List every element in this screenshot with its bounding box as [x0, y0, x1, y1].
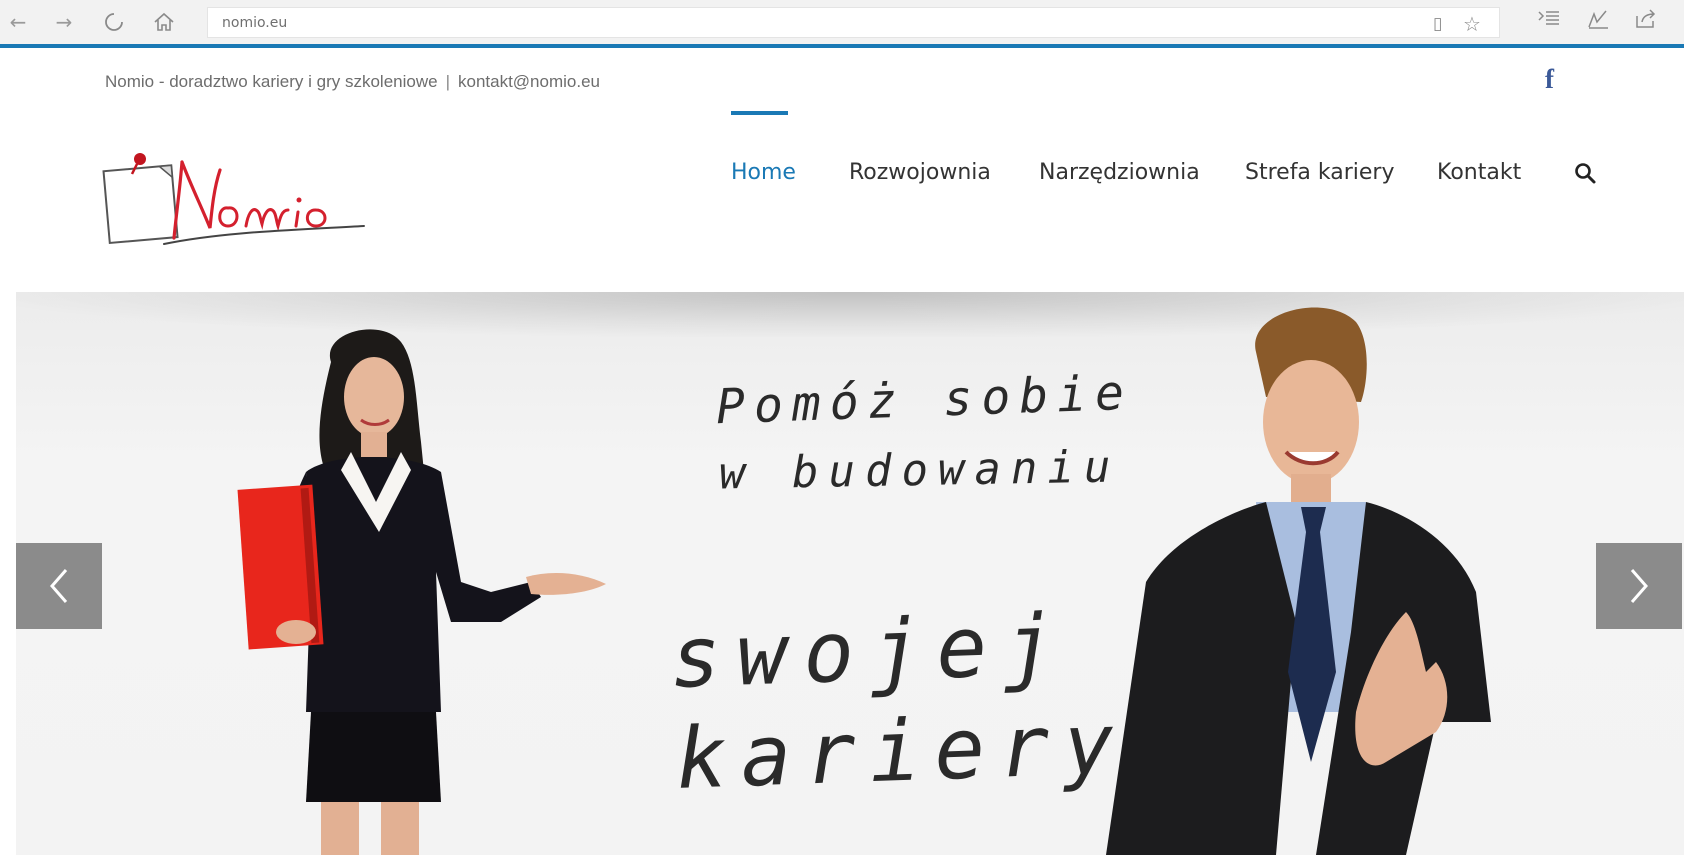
forward-arrow-icon[interactable]: →: [50, 8, 78, 36]
site-tagline: Nomio - doradztwo kariery i gry szkoleni…: [105, 72, 600, 92]
facebook-icon[interactable]: f: [1545, 64, 1567, 94]
search-icon[interactable]: [1573, 161, 1597, 185]
share-icon[interactable]: [1634, 8, 1658, 35]
man-offering-handshake-image: [1106, 307, 1491, 855]
chevron-right-icon: [1630, 569, 1648, 603]
web-note-icon[interactable]: [1586, 8, 1610, 35]
back-arrow-icon[interactable]: ←: [4, 8, 32, 36]
hero-line-3: swojej: [668, 595, 1072, 707]
contact-email-link[interactable]: kontakt@nomio.eu: [458, 72, 600, 91]
hub-icon[interactable]: [1537, 8, 1561, 33]
reading-view-icon[interactable]: ▯: [1433, 14, 1442, 34]
tagline-separator: |: [445, 72, 450, 91]
home-icon[interactable]: [150, 8, 178, 36]
nav-item-rozwojownia[interactable]: Rozwojownia: [849, 160, 991, 185]
browser-toolbar: ← → nomio.eu ▯ ☆: [0, 0, 1684, 45]
hero-slider: Pomóż sobie w budowaniu swojej kariery: [16, 292, 1684, 855]
hero-line-1: Pomóż sobie: [715, 364, 1134, 436]
nav-item-home[interactable]: Home: [731, 160, 796, 185]
top-info-bar: Nomio - doradztwo kariery i gry szkoleni…: [0, 48, 1684, 108]
active-nav-indicator: [731, 111, 788, 115]
favorite-star-icon[interactable]: ☆: [1463, 12, 1481, 36]
chevron-left-icon: [50, 569, 68, 603]
refresh-icon[interactable]: [100, 8, 128, 36]
woman-with-folder-image: [237, 329, 606, 855]
nav-item-kontakt[interactable]: Kontakt: [1437, 160, 1521, 185]
hero-line-2: w budowaniu: [718, 441, 1121, 500]
address-bar[interactable]: nomio.eu ▯ ☆: [207, 7, 1500, 38]
tagline-text: Nomio - doradztwo kariery i gry szkoleni…: [105, 72, 438, 91]
hero-line-4: kariery: [674, 694, 1130, 808]
site-header: Home Rozwojownia Narzędziownia Strefa ka…: [0, 108, 1684, 292]
slider-next-button[interactable]: [1596, 543, 1682, 629]
nav-item-strefa-kariery[interactable]: Strefa kariery: [1245, 160, 1395, 185]
nav-item-narzedziownia[interactable]: Narzędziownia: [1039, 160, 1200, 185]
slider-prev-button[interactable]: [16, 543, 102, 629]
address-bar-url[interactable]: nomio.eu: [222, 15, 287, 31]
main-navigation: Home Rozwojownia Narzędziownia Strefa ka…: [0, 108, 1684, 218]
